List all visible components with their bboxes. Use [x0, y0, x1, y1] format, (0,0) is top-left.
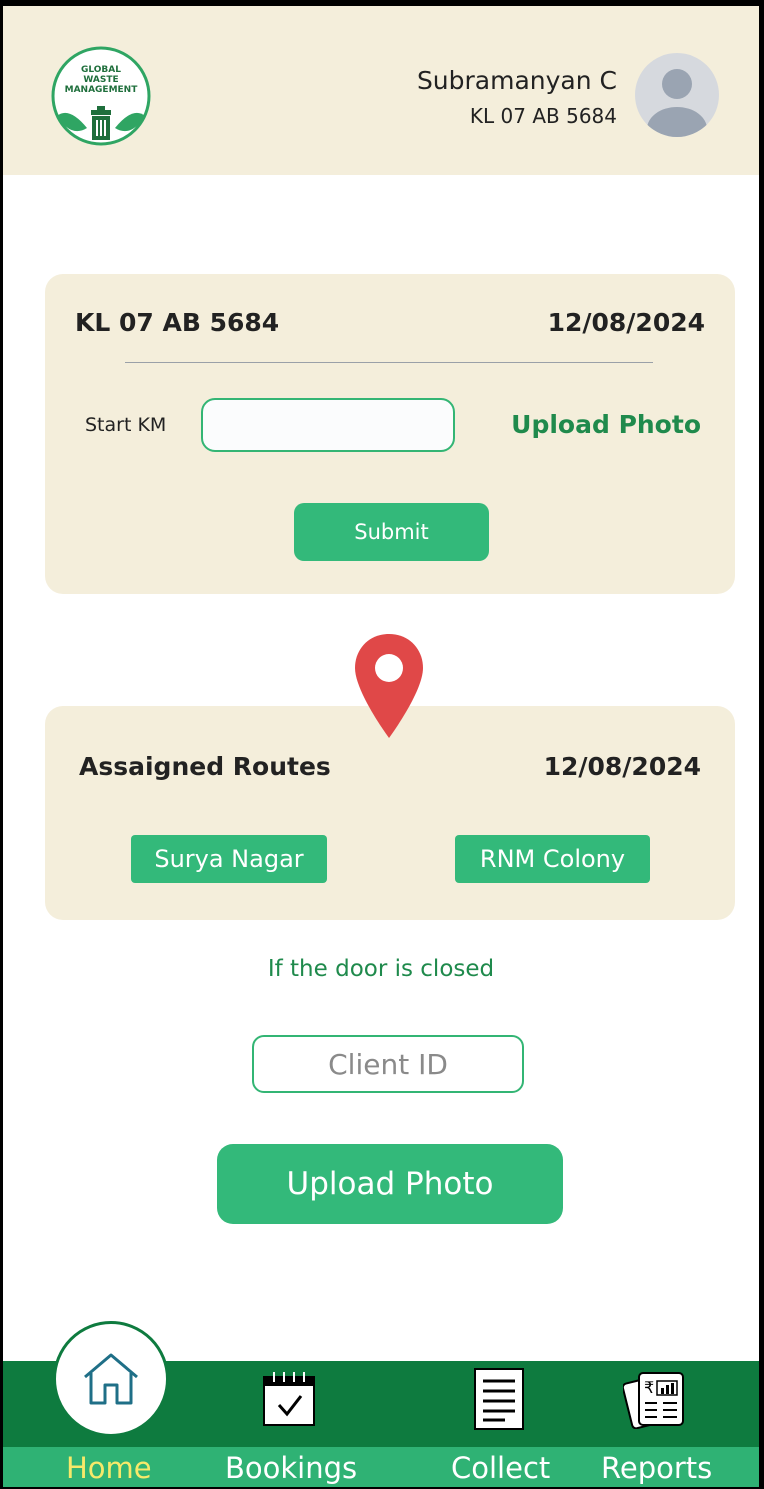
start-km-label: Start KM: [85, 414, 167, 436]
avatar[interactable]: [635, 53, 719, 137]
nav-collect-label[interactable]: Collect: [451, 1451, 550, 1485]
rupee-report-icon[interactable]: ₹: [621, 1369, 687, 1434]
logo-line: GLOBAL: [80, 65, 121, 75]
location-pin-icon: [353, 632, 425, 742]
nav-home-button[interactable]: [53, 1321, 169, 1437]
routes-date: 12/08/2024: [543, 752, 701, 781]
client-id-input[interactable]: [252, 1035, 524, 1093]
start-km-card: KL 07 AB 5684 12/08/2024 Start KM Upload…: [45, 274, 735, 594]
app-screen: GLOBAL WASTE MANAGEMENT Subramanyan C KL…: [3, 6, 759, 1487]
logo-line: WASTE: [83, 75, 119, 85]
upload-photo-button[interactable]: Upload Photo: [217, 1144, 563, 1224]
nav-home-label[interactable]: Home: [66, 1451, 152, 1485]
bottom-nav-labels: Home Bookings Collect Reports: [3, 1447, 759, 1487]
card-date: 12/08/2024: [547, 308, 705, 337]
route-chip-rnm-colony[interactable]: RNM Colony: [455, 835, 650, 883]
routes-title: Assaigned Routes: [79, 752, 331, 781]
start-km-input[interactable]: [201, 398, 455, 452]
logo-line: MANAGEMENT: [64, 85, 138, 95]
logo-text: GLOBAL WASTE MANAGEMENT: [49, 65, 153, 95]
nav-bookings-label[interactable]: Bookings: [225, 1451, 357, 1485]
route-chip-surya-nagar[interactable]: Surya Nagar: [131, 835, 327, 883]
card-vehicle-number: KL 07 AB 5684: [75, 308, 280, 337]
app-header: GLOBAL WASTE MANAGEMENT Subramanyan C KL…: [3, 6, 759, 175]
upload-photo-link[interactable]: Upload Photo: [511, 410, 701, 439]
global-waste-logo: GLOBAL WASTE MANAGEMENT: [49, 46, 159, 156]
vehicle-number: KL 07 AB 5684: [469, 104, 617, 128]
user-avatar-icon: [635, 53, 719, 137]
document-icon[interactable]: [473, 1367, 525, 1436]
submit-button[interactable]: Submit: [294, 503, 489, 561]
nav-reports-label[interactable]: Reports: [601, 1451, 712, 1485]
door-closed-prompt: If the door is closed: [267, 956, 495, 982]
divider: [125, 362, 653, 363]
home-icon: [84, 1353, 138, 1405]
calendar-check-icon[interactable]: [262, 1369, 316, 1432]
user-name: Subramanyan C: [416, 66, 617, 95]
svg-text:₹: ₹: [644, 1378, 654, 1397]
